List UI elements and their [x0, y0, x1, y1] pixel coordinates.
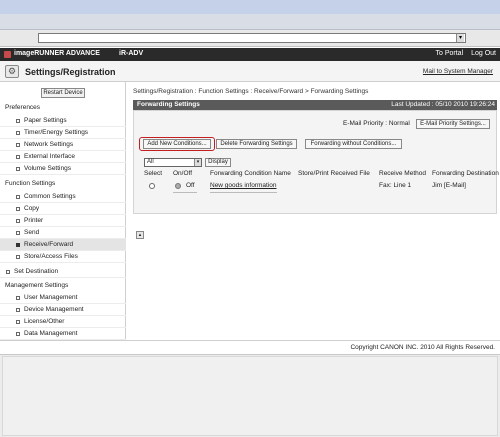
filter-select[interactable]: All ▾ — [144, 158, 202, 167]
to-portal-link[interactable]: To Portal — [436, 50, 464, 57]
bullet-icon — [16, 231, 20, 235]
bullet-icon — [16, 119, 20, 123]
sidebar-item-set-destination[interactable]: Set Destination — [0, 266, 126, 278]
col-destination: Forwarding Destination — [432, 170, 499, 177]
select-radio[interactable] — [149, 183, 155, 189]
model-name: iR-ADV — [119, 50, 144, 57]
col-store-print: Store/Print Received File — [298, 170, 370, 177]
destination-value: Jim [E-Mail] — [432, 182, 466, 189]
bullet-icon — [16, 195, 20, 199]
sidebar-item-device-management[interactable]: Device Management — [0, 304, 126, 316]
email-priority-settings-button[interactable]: E-Mail Priority Settings... — [416, 119, 490, 129]
main-content: Settings/Registration : Function Setting… — [133, 82, 500, 340]
browser-title-bar — [0, 0, 500, 14]
sidebar-item-paper-settings[interactable]: Paper Settings — [0, 115, 126, 127]
bullet-icon — [16, 308, 20, 312]
sidebar-item-timer-energy[interactable]: Timer/Energy Settings — [0, 127, 126, 139]
bullet-icon — [16, 320, 20, 324]
onoff-underline — [173, 192, 197, 193]
bullet-icon — [16, 219, 20, 223]
bullet-icon — [16, 155, 20, 159]
bullet-icon — [16, 255, 20, 259]
add-new-conditions-button[interactable]: Add New Conditions... — [143, 139, 211, 149]
sidebar-item-common-settings[interactable]: Common Settings — [0, 191, 126, 203]
condition-name-link[interactable]: New goods information — [210, 182, 276, 189]
canon-logo-icon — [4, 51, 11, 58]
status-panel — [2, 356, 498, 436]
col-select: Select — [144, 170, 163, 177]
chevron-down-icon: ▾ — [194, 159, 201, 166]
address-dropdown-icon[interactable]: ▾ — [456, 34, 464, 42]
sidebar-item-data-management[interactable]: Data Management — [0, 328, 126, 340]
bullet-icon — [16, 207, 20, 211]
panel-header: Forwarding Settings Last Updated : 05/10… — [133, 100, 497, 110]
col-onoff: On/Off — [173, 170, 193, 177]
panel-title: Forwarding Settings — [137, 101, 200, 108]
footer: Copyright CANON INC. 2010 All Rights Res… — [0, 340, 500, 354]
function-settings-heading: Function Settings — [5, 180, 56, 187]
onoff-indicator-icon[interactable] — [175, 183, 181, 189]
email-priority-label: E-Mail Priority : Normal — [343, 120, 410, 127]
address-input[interactable]: ▾ — [38, 33, 466, 43]
mail-system-manager-link[interactable]: Mail to System Manager — [423, 68, 493, 75]
onoff-value: Off — [186, 182, 195, 189]
preferences-heading: Preferences — [5, 104, 41, 111]
sidebar-item-printer[interactable]: Printer — [0, 215, 126, 227]
col-receive-method: Receive Method — [379, 170, 426, 177]
table-header: Select On/Off Forwarding Condition Name … — [144, 169, 499, 179]
sidebar-item-volume-settings[interactable]: Volume Settings — [0, 163, 126, 175]
bullet-icon — [16, 296, 20, 300]
breadcrumb: Settings/Registration : Function Setting… — [133, 88, 369, 95]
sidebar-item-send[interactable]: Send — [0, 227, 126, 239]
browser-status-area — [0, 354, 500, 437]
name-underline — [210, 192, 277, 193]
address-bar: ▾ — [0, 30, 500, 47]
sidebar-item-user-management[interactable]: User Management — [0, 292, 126, 304]
app-header: imageRUNNER ADVANCE iR-ADV To Portal Log… — [0, 48, 500, 61]
forwarding-without-conditions-button[interactable]: Forwarding without Conditions... — [305, 139, 402, 149]
management-settings-heading: Management Settings — [5, 282, 69, 289]
title-bar: ⚙ Settings/Registration Mail to System M… — [0, 61, 500, 82]
bullet-icon — [16, 167, 20, 171]
delete-forwarding-settings-button[interactable]: Delete Forwarding Settings — [216, 139, 297, 149]
sidebar-item-external-interface[interactable]: External Interface — [0, 151, 126, 163]
brand-name: imageRUNNER ADVANCE — [14, 50, 100, 57]
scroll-top-icon[interactable]: ▴ — [136, 231, 144, 239]
col-condition-name: Forwarding Condition Name — [210, 170, 291, 177]
sidebar-item-receive-forward[interactable]: Receive/Forward — [0, 239, 126, 251]
bullet-icon — [6, 270, 10, 274]
sidebar-item-copy[interactable]: Copy — [0, 203, 126, 215]
sidebar-item-store-access-files[interactable]: Store/Access Files — [0, 251, 126, 263]
last-updated: Last Updated : 05/10 2010 19:26:24 — [391, 101, 495, 108]
page-title: Settings/Registration — [25, 67, 116, 77]
log-out-link[interactable]: Log Out — [471, 50, 496, 57]
copyright: Copyright CANON INC. 2010 All Rights Res… — [350, 344, 495, 351]
table-row: Off New goods information Fax: Line 1 Ji… — [144, 181, 498, 193]
display-button[interactable]: Display — [205, 158, 231, 167]
browser-toolbar — [0, 14, 500, 30]
sidebar-item-license-other[interactable]: License/Other — [0, 316, 126, 328]
bullet-icon — [16, 243, 20, 247]
bullet-icon — [16, 143, 20, 147]
receive-method-value: Fax: Line 1 — [379, 182, 412, 189]
bullet-icon — [16, 131, 20, 135]
sidebar: Restart Device Preferences Paper Setting… — [0, 82, 126, 340]
forwarding-panel: E-Mail Priority : Normal E-Mail Priority… — [133, 110, 499, 239]
restart-device-button[interactable]: Restart Device — [41, 88, 85, 98]
bullet-icon — [16, 332, 20, 336]
settings-gear-icon: ⚙ — [5, 65, 19, 78]
sidebar-item-network-settings[interactable]: Network Settings — [0, 139, 126, 151]
